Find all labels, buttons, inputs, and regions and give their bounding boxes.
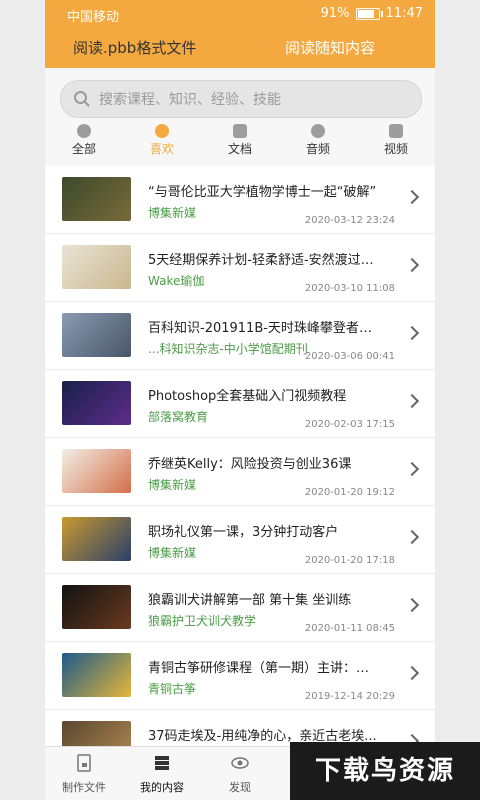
- book-stack-icon: [155, 756, 169, 770]
- category-video[interactable]: 视频: [357, 124, 435, 160]
- search-placeholder: 搜索课程、知识、经验、技能: [99, 92, 281, 108]
- file-lock-icon: [77, 754, 91, 772]
- item-title: 5天经期保养计划-轻柔舒适-安然渡过生...: [148, 253, 380, 268]
- list-item[interactable]: 乔继英Kelly：风险投资与创业36课 博集新媒 2020-01-20 19:1…: [45, 438, 435, 506]
- thumbnail-image: [62, 449, 131, 493]
- item-source: 青铜古筝: [148, 682, 197, 696]
- item-title: Photoshop全套基础入门视频教程: [148, 389, 347, 404]
- category-liked[interactable]: 喜欢: [123, 124, 201, 160]
- watermark-logo: 下载鸟资源: [290, 742, 480, 800]
- nav-discover[interactable]: 发现: [201, 747, 279, 800]
- eye-icon: [231, 757, 249, 769]
- item-source: ...科知识杂志-中小学馆配期刊: [148, 342, 308, 356]
- list-item[interactable]: 5天经期保养计划-轻柔舒适-安然渡过生... Wake瑜伽 2020-03-10…: [45, 234, 435, 302]
- item-date: 2020-03-12 23:24: [304, 215, 395, 226]
- list-item[interactable]: 青铜古筝研修课程（第一期）主讲：李晗 青铜古筝 2019-12-14 20:29: [45, 642, 435, 710]
- thumbnail-image: [62, 653, 131, 697]
- item-title: 乔继英Kelly：风险投资与创业36课: [148, 457, 352, 472]
- item-title: 狼霸训犬讲解第一部 第十集 坐训练: [148, 593, 352, 608]
- category-label: 全部: [71, 142, 96, 156]
- list-item[interactable]: “与哥伦比亚大学植物学博士一起“破解” 博集新媒 2020-03-12 23:2…: [45, 166, 435, 234]
- chevron-right-icon: [404, 257, 420, 273]
- item-source: 博集新媒: [148, 206, 197, 220]
- top-tab-bar: 阅读.pbb格式文件 阅读随知内容: [45, 28, 435, 68]
- nav-my-content[interactable]: 我的内容: [123, 747, 201, 800]
- category-label: 视频: [383, 142, 408, 156]
- play-icon: [389, 124, 403, 138]
- item-title: “与哥伦比亚大学植物学博士一起“破解”: [148, 185, 377, 200]
- search-input[interactable]: 搜索课程、知识、经验、技能: [60, 80, 422, 118]
- chevron-right-icon: [404, 461, 420, 477]
- thumbnail-image: [62, 517, 131, 561]
- category-label: 喜欢: [149, 142, 174, 156]
- list-item[interactable]: 狼霸训犬讲解第一部 第十集 坐训练 狼霸护卫犬训犬教学 2020-01-11 0…: [45, 574, 435, 642]
- microphone-icon: [311, 124, 325, 138]
- thumbnail-image: [62, 313, 131, 357]
- chevron-right-icon: [404, 325, 420, 341]
- chevron-right-icon: [404, 393, 420, 409]
- category-audio[interactable]: 音频: [279, 124, 357, 160]
- thumbnail-image: [62, 245, 131, 289]
- category-filter: 全部 喜欢 文档 音频 视频: [45, 124, 435, 160]
- search-icon: [74, 91, 90, 107]
- tab-suizhi-content[interactable]: 阅读随知内容: [285, 28, 375, 68]
- chevron-right-icon: [404, 189, 420, 205]
- category-all[interactable]: 全部: [45, 124, 123, 160]
- clock-icon: [77, 124, 91, 138]
- item-date: 2019-12-14 20:29: [304, 691, 395, 702]
- item-date: 2020-02-03 17:15: [304, 419, 395, 430]
- list-item[interactable]: 37码走埃及-用纯净的心，亲近古老埃...: [45, 710, 435, 746]
- thumbnail-image: [62, 177, 131, 221]
- item-source: Wake瑜伽: [148, 274, 205, 288]
- item-title: 百科知识-201911B-天时珠峰攀登者的...: [148, 321, 380, 336]
- category-label: 文档: [227, 142, 252, 156]
- thumbnail-image: [62, 585, 131, 629]
- item-date: 2020-01-20 17:18: [304, 555, 395, 566]
- category-documents[interactable]: 文档: [201, 124, 279, 160]
- list-item[interactable]: 职场礼仪第一课，3分钟打动客户 博集新媒 2020-01-20 17:18: [45, 506, 435, 574]
- list-item[interactable]: Photoshop全套基础入门视频教程 部落窝教育 2020-02-03 17:…: [45, 370, 435, 438]
- search-bar: 搜索课程、知识、经验、技能: [45, 68, 435, 122]
- status-bar: 中国移动 91% 11:47: [45, 0, 435, 28]
- item-title: 职场礼仪第一课，3分钟打动客户: [148, 525, 339, 540]
- battery-percent: 91%: [320, 6, 350, 21]
- heart-icon: [155, 124, 169, 138]
- item-source: 部落窝教育: [148, 410, 209, 424]
- nav-label: 制作文件: [62, 781, 106, 794]
- carrier-text: 中国移动: [67, 10, 120, 25]
- nav-label: 我的内容: [140, 781, 184, 794]
- status-right: 91% 11:47: [321, 6, 423, 21]
- nav-create-file[interactable]: 制作文件: [45, 747, 123, 800]
- tab-pbb-files[interactable]: 阅读.pbb格式文件: [73, 28, 196, 68]
- chevron-right-icon: [404, 597, 420, 613]
- item-date: 2020-01-11 08:45: [304, 623, 395, 634]
- battery-icon: [355, 7, 383, 20]
- content-list: “与哥伦比亚大学植物学博士一起“破解” 博集新媒 2020-03-12 23:2…: [45, 166, 435, 746]
- chevron-right-icon: [404, 529, 420, 545]
- item-source: 狼霸护卫犬训犬教学: [148, 614, 257, 628]
- thumbnail-image: [62, 721, 131, 746]
- item-source: 博集新媒: [148, 478, 197, 492]
- item-title: 青铜古筝研修课程（第一期）主讲：李晗: [148, 661, 380, 676]
- item-date: 2020-03-06 00:41: [304, 351, 395, 362]
- nav-label: 发现: [229, 781, 251, 794]
- document-icon: [233, 124, 247, 138]
- item-date: 2020-01-20 19:12: [304, 487, 395, 498]
- category-label: 音频: [305, 142, 330, 156]
- item-date: 2020-03-10 11:08: [304, 283, 395, 294]
- thumbnail-image: [62, 381, 131, 425]
- chevron-right-icon: [404, 665, 420, 681]
- battery-level: [357, 9, 374, 18]
- app-window: 中国移动 91% 11:47 阅读.pbb格式文件 阅读随知内容 搜索课程、知识…: [45, 0, 435, 800]
- list-item[interactable]: 百科知识-201911B-天时珠峰攀登者的... ...科知识杂志-中小学馆配期…: [45, 302, 435, 370]
- item-source: 博集新媒: [148, 546, 197, 560]
- clock: 11:47: [385, 6, 423, 21]
